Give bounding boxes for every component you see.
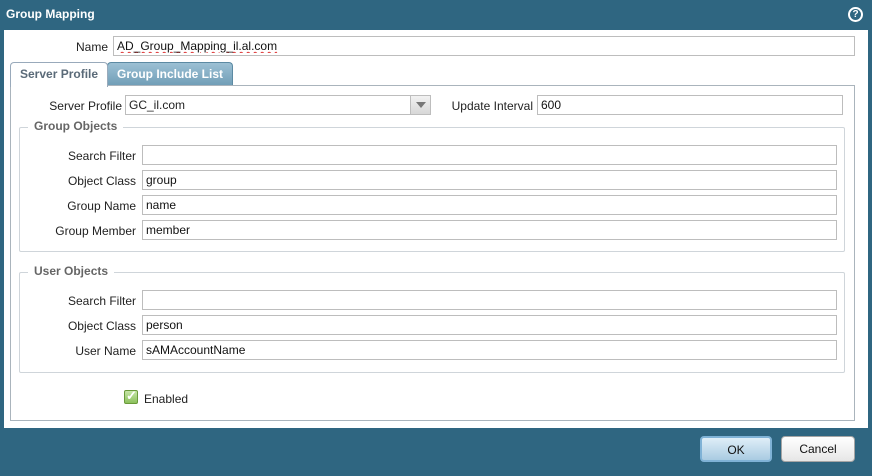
tab-server-profile[interactable]: Server Profile: [10, 62, 109, 87]
server-profile-value: GC_il.com: [129, 98, 186, 112]
group-objects-fieldset: Group Objects Search Filter Object Class…: [19, 119, 845, 252]
ok-button[interactable]: OK: [700, 436, 772, 462]
update-interval-input[interactable]: [537, 95, 843, 115]
name-input[interactable]: [113, 36, 855, 56]
user-object-class-label: Object Class: [67, 319, 136, 333]
chevron-down-icon: [416, 102, 426, 108]
group-member-input[interactable]: [142, 220, 837, 240]
name-label: Name: [75, 40, 108, 54]
cancel-button[interactable]: Cancel: [781, 436, 855, 462]
help-icon[interactable]: ?: [848, 7, 863, 22]
user-objects-fieldset: User Objects Search Filter Object Class …: [19, 264, 845, 373]
update-interval-label: Update Interval: [451, 99, 533, 113]
dropdown-button[interactable]: [410, 96, 430, 114]
user-search-filter-label: Search Filter: [67, 294, 136, 308]
user-name-input[interactable]: [142, 340, 837, 360]
tab-group-include-list[interactable]: Group Include List: [107, 62, 234, 86]
enabled-label: Enabled: [144, 392, 189, 406]
group-object-class-input[interactable]: [142, 170, 837, 190]
server-profile-select[interactable]: GC_il.com: [125, 95, 431, 115]
dialog-title: Group Mapping: [6, 7, 95, 21]
group-mapping-dialog: Group Mapping ? Name Server Profile Grou…: [0, 0, 872, 476]
dialog-body: Name Server Profile Group Include List S…: [4, 30, 868, 428]
dialog-titlebar: Group Mapping ?: [0, 0, 872, 30]
server-profile-panel: Server Profile GC_il.com Update Interval…: [10, 85, 855, 421]
group-search-filter-label: Search Filter: [67, 149, 136, 163]
user-search-filter-input[interactable]: [142, 290, 837, 310]
user-objects-title: User Objects: [28, 264, 115, 278]
server-profile-label: Server Profile: [49, 99, 122, 113]
group-objects-title: Group Objects: [28, 119, 124, 133]
user-object-class-input[interactable]: [142, 315, 837, 335]
group-object-class-label: Object Class: [67, 174, 136, 188]
group-member-label: Group Member: [55, 224, 136, 238]
group-name-label: Group Name: [67, 199, 136, 213]
user-name-label: User Name: [75, 344, 136, 358]
check-icon: ✓: [126, 388, 137, 403]
enabled-checkbox[interactable]: ✓: [124, 388, 138, 404]
group-search-filter-input[interactable]: [142, 145, 837, 165]
group-name-input[interactable]: [142, 195, 837, 215]
